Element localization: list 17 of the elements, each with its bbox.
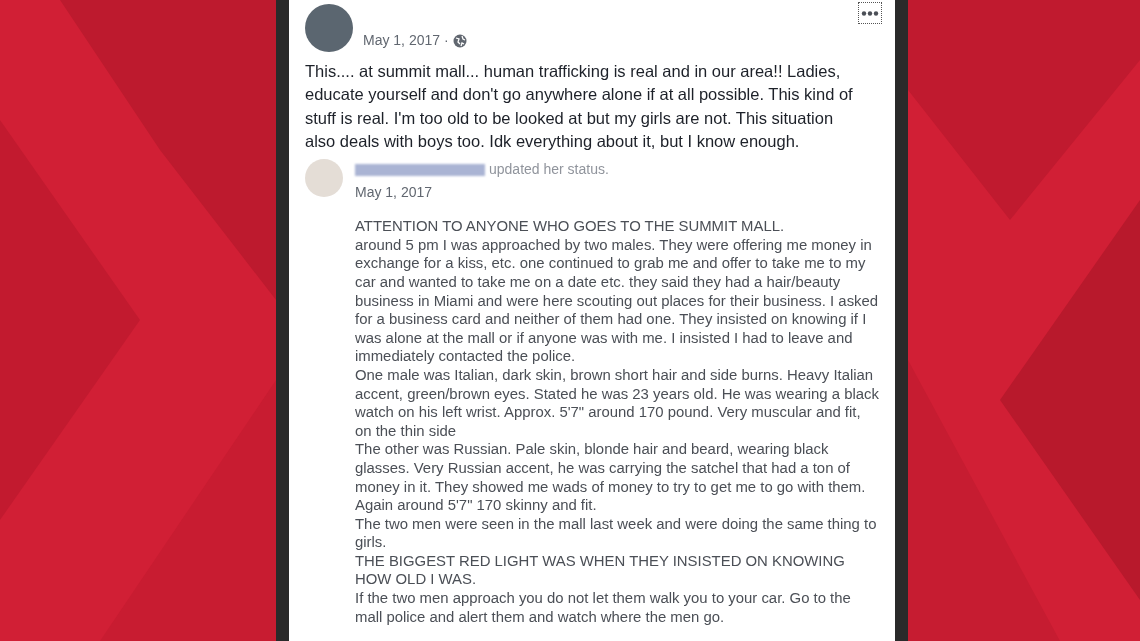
shared-post-paragraph: THE BIGGEST RED LIGHT WAS WHEN THEY INSISTED ON KNOWING HOW OLD I WAS. bbox=[355, 551, 846, 590]
separator: · bbox=[444, 31, 449, 50]
status-action: updated her status. bbox=[489, 160, 609, 180]
post-text: This.... at summit mall... human trafficking is real and in our area!! Ladies, educate yourself and don't go anywhere alone if at all possible. This kind of stuff is real. I'm too old to be looked at but my girls are not. This situation also deals with boys too. Idk everything about it, but I know enough. bbox=[305, 61, 854, 152]
shared-post-paragraph: If the two men approach you do not let them walk you to your car. Go to the mall police and alert them and watch where the men go. bbox=[355, 589, 852, 627]
more-options-button[interactable] bbox=[858, 2, 882, 24]
post-date[interactable]: May 1, 2017 bbox=[363, 30, 441, 51]
shared-post-paragraph: One male was Italian, dark skin, brown short hair and side burns. Heavy Italian accent, green/brown eyes. Stated he was 23 years old. He was wearing a black watch on his left wrist. Approx. 5'7" around 170 pound. Very muscular and fit, on the thin side bbox=[355, 365, 879, 441]
shared-post-date[interactable]: May 1, 2017 bbox=[355, 182, 879, 204]
avatar-placeholder bbox=[305, 4, 353, 52]
shared-post-paragraph: The two men were seen in the mall last week and were doing the same thing to girls. bbox=[355, 514, 878, 552]
shared-post-paragraph: around 5 pm I was approached by two males. They were offering me money in exchange for a kiss, etc. one continued to grab me and offer to take me to my car and wanted to take me on a date etc. they said they had a hair/beauty business in Miami and were here scouting out places for their business. I asked for a business card and neither of them had one. They insisted on knowing if I was alone at the mall or if anyone was with me. I insisted I had to leave and immediately contacted the police. bbox=[355, 235, 879, 366]
globe-icon bbox=[452, 33, 467, 48]
more-icon bbox=[861, 10, 879, 16]
shared-post-paragraph: The other was Russian. Pale skin, blonde hair and beard, wearing black glasses. Very Russian accent, he was carrying the satchel that had a ton of money in it. They showed me wads of money to try to get me to go with them. Again around 5'7" 170 skinny and fit. bbox=[355, 440, 867, 515]
avatar-placeholder bbox=[305, 159, 343, 198]
shared-post-paragraph: ATTENTION TO ANYONE WHO GOES TO THE SUMMIT MALL. bbox=[355, 217, 786, 236]
